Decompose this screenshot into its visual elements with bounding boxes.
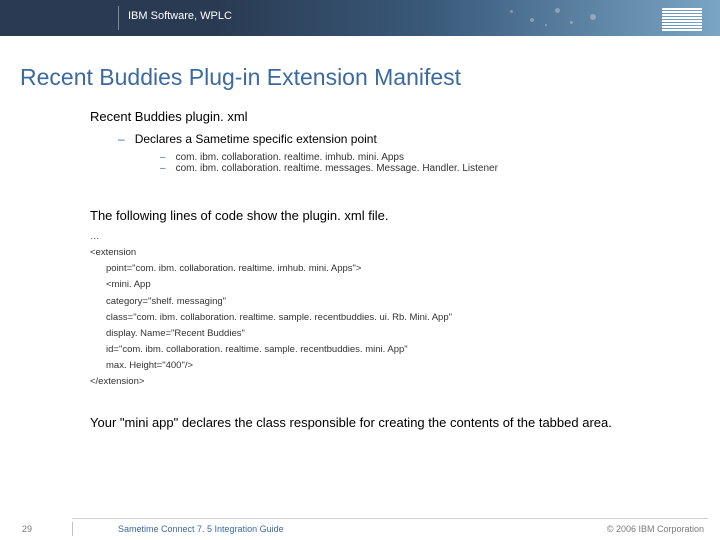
code-line: display. Name="Recent Buddies" (90, 326, 680, 342)
code-line: … (90, 229, 680, 245)
footer-divider (72, 518, 708, 519)
section2-heading: The following lines of code show the plu… (90, 208, 680, 223)
bullet-text: com. ibm. collaboration. realtime. imhub… (176, 152, 404, 163)
dash-icon: – (160, 152, 166, 163)
bullet-level3: – com. ibm. collaboration. realtime. imh… (160, 152, 680, 163)
code-line: id="com. ibm. collaboration. realtime. s… (90, 342, 680, 358)
slide-body: Recent Buddies plugin. xml – Declares a … (90, 109, 680, 433)
ibm-logo-icon (662, 8, 702, 31)
slide-header: IBM Software, WPLC (0, 0, 720, 36)
section3-text: Your "mini app" declares the class respo… (90, 414, 680, 432)
page-number: 29 (22, 524, 32, 534)
bullet-text: Declares a Sametime specific extension p… (135, 132, 377, 146)
slide-footer: 29 Sametime Connect 7. 5 Integration Gui… (0, 518, 720, 540)
footer-separator (72, 522, 73, 536)
code-block: … <extension point="com. ibm. collaborat… (90, 229, 680, 390)
code-line: <extension (90, 245, 680, 261)
bullet-level2: – Declares a Sametime specific extension… (118, 132, 680, 146)
slide-title: Recent Buddies Plug-in Extension Manifes… (20, 64, 720, 91)
bullet-level3: – com. ibm. collaboration. realtime. mes… (160, 163, 680, 174)
header-divider (118, 6, 119, 30)
decorative-dots (500, 6, 620, 30)
dash-icon: – (118, 132, 125, 146)
code-line: category="shelf. messaging" (90, 294, 680, 310)
code-line: point="com. ibm. collaboration. realtime… (90, 261, 680, 277)
header-title: IBM Software, WPLC (128, 10, 232, 22)
code-line: class="com. ibm. collaboration. realtime… (90, 310, 680, 326)
footer-guide: Sametime Connect 7. 5 Integration Guide (118, 524, 284, 534)
bullet-text: com. ibm. collaboration. realtime. messa… (176, 163, 498, 174)
code-line: max. Height="400"/> (90, 358, 680, 374)
footer-copyright: © 2006 IBM Corporation (607, 524, 704, 534)
code-line: <mini. App (90, 277, 680, 293)
code-line: </extension> (90, 374, 680, 390)
dash-icon: – (160, 163, 166, 174)
section1-heading: Recent Buddies plugin. xml (90, 109, 680, 124)
